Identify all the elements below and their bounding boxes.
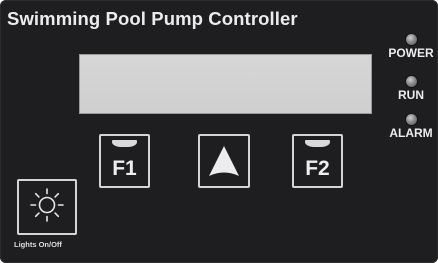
- page: Swimming Pool Pump Controller POWER RUN …: [0, 0, 438, 263]
- controller-panel: Swimming Pool Pump Controller POWER RUN …: [0, 0, 438, 263]
- f1-button-label: F1: [112, 157, 137, 180]
- indicator-alarm: ALARM: [376, 114, 438, 140]
- f1-button[interactable]: F1: [99, 134, 150, 188]
- up-button[interactable]: [198, 134, 250, 188]
- lights-button[interactable]: [17, 179, 77, 235]
- panel-title: Swimming Pool Pump Controller: [7, 8, 298, 29]
- alarm-led-icon: [405, 114, 417, 125]
- f2-button-label: F2: [305, 157, 330, 180]
- indicator-run-label: RUN: [398, 88, 424, 102]
- indicator-power: POWER: [376, 34, 438, 60]
- f2-button-bar: [305, 140, 330, 147]
- f1-button-bar: [112, 140, 137, 147]
- lights-button-label: Lights On/Off: [14, 240, 62, 249]
- sun-icon: [30, 188, 64, 222]
- up-arrow-icon: [209, 146, 239, 176]
- indicator-alarm-label: ALARM: [389, 126, 433, 140]
- lcd-display: [79, 54, 372, 114]
- power-led-icon: [405, 34, 417, 45]
- f2-button[interactable]: F2: [292, 134, 343, 188]
- indicator-power-label: POWER: [388, 46, 434, 60]
- run-led-icon: [405, 76, 417, 87]
- indicator-run: RUN: [376, 76, 438, 102]
